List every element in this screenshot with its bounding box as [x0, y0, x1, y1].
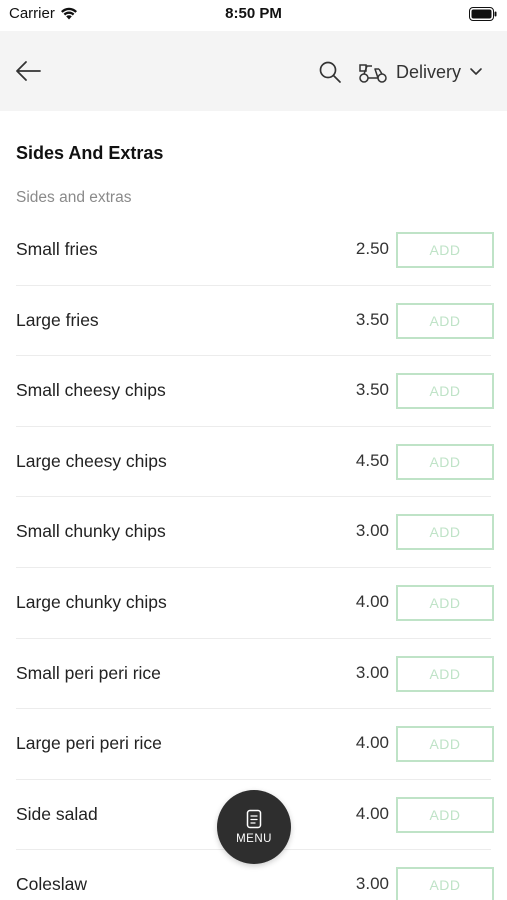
add-button[interactable]: ADD [396, 726, 494, 763]
menu-fab-button[interactable]: MENU [217, 790, 291, 864]
status-time: 8:50 PM [225, 5, 282, 22]
item-price: 4.00 [355, 803, 389, 823]
item-price: 3.50 [355, 380, 389, 400]
item-price: 3.00 [355, 521, 389, 541]
battery-icon [469, 7, 497, 21]
scooter-icon [359, 64, 387, 83]
item-price: 2.50 [355, 239, 389, 258]
item-price: 3.00 [355, 662, 389, 682]
menu-item: Large chunky chips 4.00 ADD [0, 568, 507, 639]
add-button[interactable]: ADD [396, 232, 494, 268]
item-price: 3.50 [355, 309, 389, 329]
menu-item: Small fries 2.50 ADD [0, 215, 507, 286]
item-price: 4.00 [355, 733, 389, 753]
item-name: Large fries [16, 309, 99, 330]
search-button[interactable] [318, 60, 342, 84]
add-button[interactable]: ADD [396, 796, 494, 833]
menu-item: Small peri peri rice 3.00 ADD [0, 639, 507, 710]
chevron-down-icon [470, 68, 482, 75]
menu-item: Small cheesy chips 3.50 ADD [0, 356, 507, 427]
item-price: 3.00 [355, 874, 389, 894]
add-button[interactable]: ADD [396, 867, 494, 900]
top-navigation-bar: Delivery [0, 31, 507, 111]
search-icon [319, 61, 341, 83]
delivery-mode-selector[interactable]: Delivery [358, 57, 483, 87]
delivery-mode-label: Delivery [396, 61, 462, 82]
section-title: Sides And Extras [16, 143, 164, 163]
add-button[interactable]: ADD [396, 514, 494, 551]
add-button[interactable]: ADD [396, 655, 494, 692]
item-name: Large chunky chips [16, 591, 167, 612]
item-price: 4.00 [355, 591, 389, 611]
section-subtitle: Sides and extras [16, 189, 132, 206]
menu-item: Large fries 3.50 ADD [0, 286, 507, 357]
item-name: Large peri peri rice [16, 733, 162, 754]
add-button[interactable]: ADD [396, 373, 494, 410]
item-name: Side salad [16, 803, 98, 824]
add-button[interactable]: ADD [396, 302, 494, 339]
menu-item: Large cheesy chips 4.50 ADD [0, 427, 507, 498]
item-name: Coleslaw [16, 874, 87, 895]
menu-book-icon [246, 809, 262, 829]
menu-fab-label: MENU [236, 833, 272, 845]
item-name: Small fries [16, 239, 98, 259]
item-name: Small chunky chips [16, 521, 166, 542]
item-name: Small peri peri rice [16, 662, 161, 683]
item-price: 4.50 [355, 450, 389, 470]
add-button[interactable]: ADD [396, 584, 494, 621]
status-bar: Carrier 8:50 PM [0, 0, 507, 30]
menu-item: Large peri peri rice 4.00 ADD [0, 709, 507, 780]
back-arrow-icon [16, 61, 41, 81]
back-button[interactable] [13, 57, 43, 85]
add-button[interactable]: ADD [396, 443, 494, 480]
item-name: Small cheesy chips [16, 380, 166, 401]
item-name: Large cheesy chips [16, 450, 167, 471]
menu-item: Small chunky chips 3.00 ADD [0, 497, 507, 568]
